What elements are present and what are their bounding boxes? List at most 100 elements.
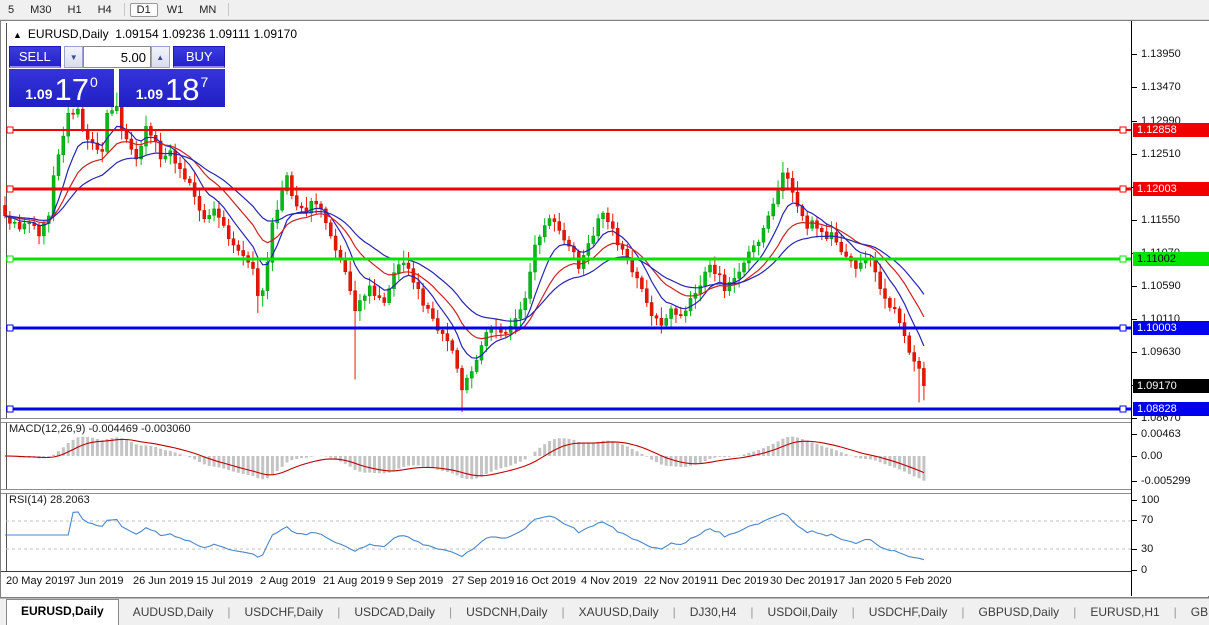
candle: [124, 123, 129, 143]
line-handle[interactable]: [6, 255, 14, 263]
timeframe-button-h1[interactable]: H1: [61, 3, 89, 17]
timeframe-button-m30[interactable]: M30: [23, 3, 58, 17]
candle: [241, 240, 245, 266]
level-price-tag: 1.12003: [1133, 182, 1209, 196]
timeframe-button-5[interactable]: 5: [1, 3, 21, 17]
chart-tab-usdcad-daily[interactable]: USDCAD,Daily: [342, 601, 447, 623]
candle: [440, 328, 445, 342]
candle: [207, 209, 211, 223]
collapse-panel-icon[interactable]: ▲: [13, 30, 22, 40]
current-price-tag: 1.09170: [1133, 379, 1209, 393]
candle: [649, 295, 654, 326]
candle: [348, 261, 352, 295]
candle: [76, 106, 80, 118]
volume-input[interactable]: [83, 46, 151, 68]
chart-tab-usdcnh-daily[interactable]: USDCNH,Daily: [454, 601, 559, 623]
time-axis-label: 11 Dec 2019: [707, 575, 769, 587]
time-axis: 20 May 2019 7 Jun 2019 26 Jun 2019 15 Jul 2…: [1, 572, 1131, 595]
chart-tab-gbpaud-h1[interactable]: GBPAUD,H1: [1179, 601, 1209, 623]
timeframe-button-d1[interactable]: D1: [129, 2, 158, 17]
candle: [231, 231, 236, 253]
candle: [363, 293, 367, 310]
line-handle[interactable]: [6, 126, 14, 134]
line-handle[interactable]: [6, 405, 14, 413]
line-handle[interactable]: [6, 185, 14, 193]
timeframe-button-mn[interactable]: MN: [192, 3, 223, 17]
candle: [56, 149, 61, 181]
buy-price-quote[interactable]: 1.09 18 7: [119, 69, 225, 107]
candle: [149, 122, 153, 144]
tab-separator: |: [227, 605, 231, 619]
sell-price-quote[interactable]: 1.09 17 0: [9, 69, 114, 107]
line-handle[interactable]: [6, 324, 14, 332]
chart-tab-xauusd-daily[interactable]: XAUUSD,Daily: [567, 601, 671, 623]
panel-splitter[interactable]: [1, 489, 1131, 494]
timeframe-button-w1[interactable]: W1: [160, 3, 191, 17]
time-axis-label: 5 Feb 2020: [896, 575, 952, 587]
candle: [708, 259, 712, 278]
sell-button[interactable]: SELL: [9, 46, 61, 68]
candle: [85, 124, 90, 150]
tab-separator: |: [750, 605, 754, 619]
timeframe-button-h4[interactable]: H4: [91, 3, 119, 17]
candle: [523, 291, 527, 320]
chart-tab-usdoil-daily[interactable]: USDOil,Daily: [756, 601, 850, 623]
volume-increase-button[interactable]: ▲: [151, 46, 170, 68]
level-price-tag: 1.12858: [1133, 123, 1209, 137]
macd-histogram: [8, 436, 926, 481]
chart-tab-usdchf-daily[interactable]: USDCHF,Daily: [233, 601, 336, 623]
candlestick-chart-canvas[interactable]: [1, 21, 1131, 596]
candle: [217, 201, 221, 228]
tab-separator: |: [1073, 605, 1077, 619]
candle: [756, 239, 761, 256]
candle: [659, 307, 664, 334]
candle: [450, 338, 455, 354]
line-handle[interactable]: [1119, 255, 1127, 263]
candle: [727, 277, 732, 296]
chart-tab-dj30-h4[interactable]: DJ30,H4: [678, 601, 749, 623]
line-handle[interactable]: [1119, 405, 1127, 413]
chart-tab-eurusd-daily[interactable]: EURUSD,Daily: [6, 599, 119, 625]
time-axis-label: 9 Sep 2019: [387, 575, 444, 587]
candle: [552, 214, 557, 232]
candle: [421, 283, 425, 313]
candle: [401, 250, 406, 272]
candle: [868, 255, 873, 267]
candle: [470, 366, 474, 389]
candle: [465, 374, 469, 394]
line-handle[interactable]: [1119, 126, 1127, 134]
chart-tab-audusd-daily[interactable]: AUDUSD,Daily: [121, 601, 226, 623]
chart-tab-usdchf-daily[interactable]: USDCHF,Daily: [857, 601, 960, 623]
candle: [854, 258, 858, 278]
candle: [781, 161, 785, 200]
candle: [426, 302, 430, 314]
candle: [382, 292, 386, 306]
candle: [158, 132, 163, 168]
chart-ohlc-values: 1.09154 1.09236 1.09111 1.09170: [115, 27, 298, 41]
time-axis-label: 30 Dec 2019: [770, 575, 833, 587]
candle: [576, 249, 581, 274]
candle: [153, 129, 158, 152]
candle: [411, 261, 416, 290]
buy-button[interactable]: BUY: [173, 46, 225, 68]
candle: [878, 263, 882, 295]
volume-decrease-button[interactable]: ▼: [64, 46, 83, 68]
candle: [416, 273, 421, 300]
candle: [562, 222, 566, 245]
candle: [163, 147, 168, 163]
candle: [883, 278, 887, 309]
candle: [435, 309, 440, 334]
candle: [688, 291, 693, 317]
chart-title: ▲ EURUSD,Daily 1.09154 1.09236 1.09111 1.…: [13, 27, 297, 41]
line-handle[interactable]: [1119, 185, 1127, 193]
axis-tick-label: 70: [1132, 514, 1209, 526]
chart-tab-gbpusd-daily[interactable]: GBPUSD,Daily: [967, 601, 1072, 623]
candle: [431, 301, 435, 322]
chart-tab-eurusd-h1[interactable]: EURUSD,H1: [1078, 601, 1171, 623]
candle: [601, 211, 605, 229]
line-handle[interactable]: [1119, 324, 1127, 332]
axis-tick-label: 1.11550: [1132, 214, 1209, 226]
candle: [324, 206, 328, 230]
candle: [858, 254, 863, 272]
candle: [786, 167, 790, 189]
